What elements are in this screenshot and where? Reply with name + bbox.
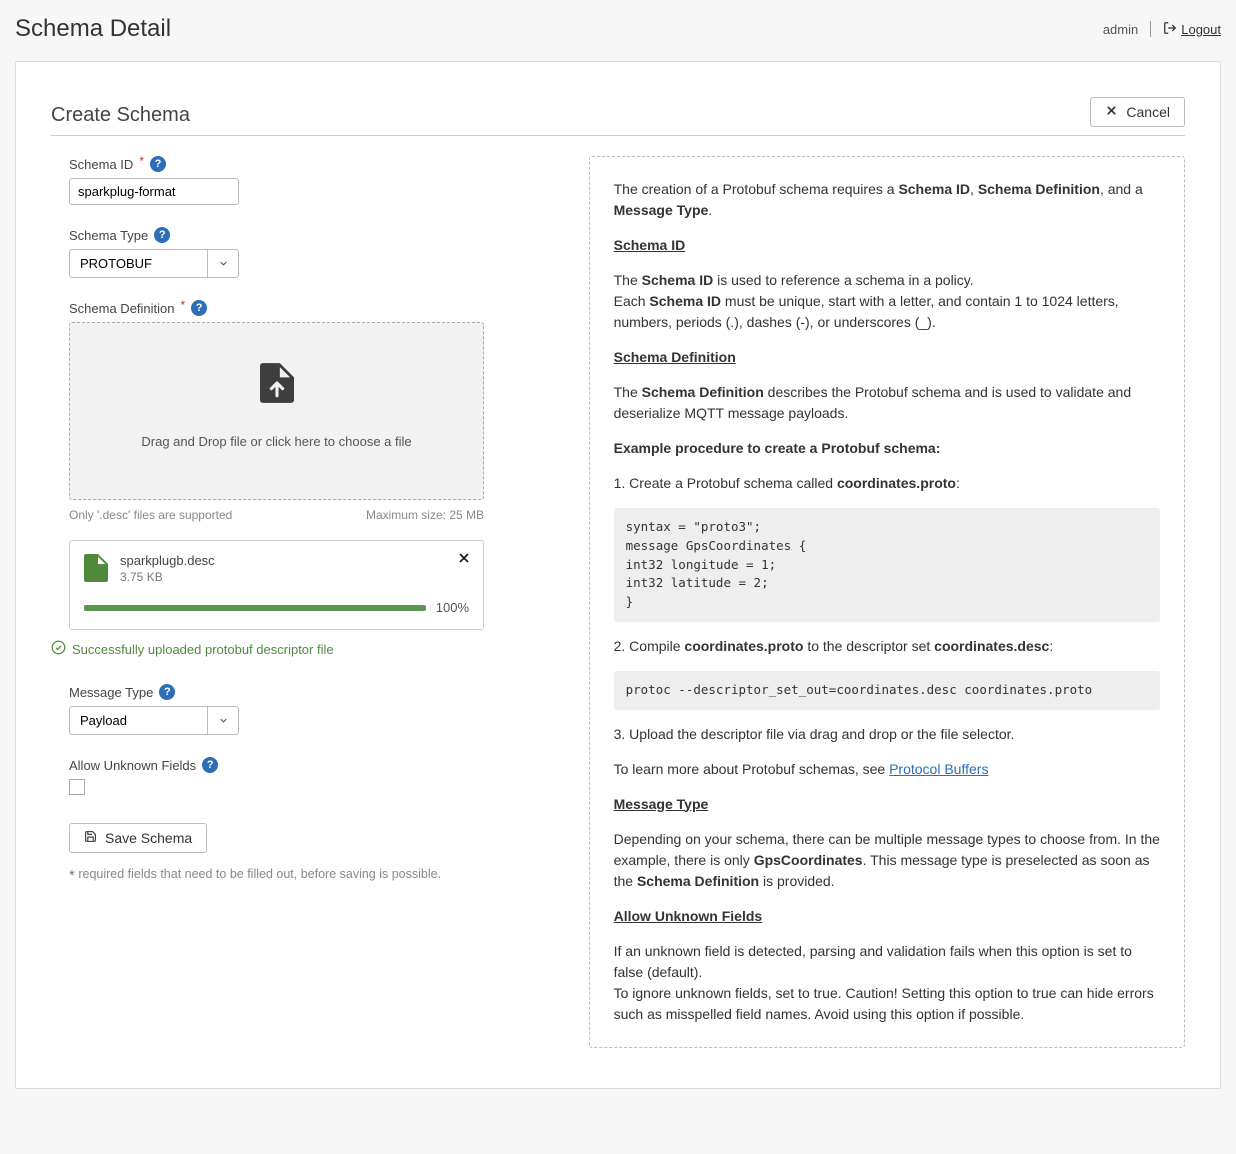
logout-label: Logout xyxy=(1181,22,1221,37)
remove-file-button[interactable] xyxy=(457,551,471,568)
schema-definition-label: Schema Definition xyxy=(69,301,175,316)
help-heading-schema-id: Schema ID xyxy=(614,237,686,253)
logout-link[interactable]: Logout xyxy=(1163,21,1221,38)
cancel-button[interactable]: Cancel xyxy=(1090,97,1185,127)
schema-type-label: Schema Type xyxy=(69,228,148,243)
upload-progress-percent: 100% xyxy=(436,600,469,615)
divider xyxy=(1150,21,1151,37)
save-icon xyxy=(84,830,97,846)
help-panel: The creation of a Protobuf schema requir… xyxy=(589,156,1185,1048)
help-heading-schema-def: Schema Definition xyxy=(614,349,736,365)
upload-status-text: Successfully uploaded protobuf descripto… xyxy=(72,642,334,657)
help-icon[interactable]: ? xyxy=(191,300,207,316)
schema-id-input[interactable] xyxy=(69,178,239,205)
help-heading-message-type: Message Type xyxy=(614,796,709,812)
close-icon xyxy=(1105,104,1118,120)
message-type-label: Message Type xyxy=(69,685,153,700)
upload-icon xyxy=(260,363,294,434)
help-icon[interactable]: ? xyxy=(159,684,175,700)
help-icon[interactable]: ? xyxy=(154,227,170,243)
required-indicator: * xyxy=(181,298,186,312)
page-title: Schema Detail xyxy=(15,15,171,43)
cancel-label: Cancel xyxy=(1126,104,1170,120)
required-indicator: * xyxy=(139,154,144,168)
help-icon[interactable]: ? xyxy=(202,757,218,773)
save-schema-label: Save Schema xyxy=(105,830,192,846)
help-icon[interactable]: ? xyxy=(150,156,166,172)
required-footnote: required fields that need to be filled o… xyxy=(78,867,441,881)
upload-progress-bar xyxy=(84,605,426,611)
allow-unknown-label: Allow Unknown Fields xyxy=(69,758,196,773)
help-heading-allow-unknown: Allow Unknown Fields xyxy=(614,908,763,924)
dropzone-text: Drag and Drop file or click here to choo… xyxy=(141,434,411,449)
file-dropzone[interactable]: Drag and Drop file or click here to choo… xyxy=(69,322,484,500)
check-circle-icon xyxy=(51,640,66,658)
schema-type-select[interactable] xyxy=(69,249,239,278)
file-size: 3.75 KB xyxy=(120,570,469,584)
file-name: sparkplugb.desc xyxy=(120,553,469,568)
current-user: admin xyxy=(1103,22,1138,37)
panel-title: Create Schema xyxy=(51,104,190,127)
file-icon xyxy=(84,553,108,586)
message-type-select[interactable] xyxy=(69,706,239,735)
uploaded-file-card: sparkplugb.desc 3.75 KB 100% xyxy=(69,540,484,630)
logout-icon xyxy=(1163,21,1177,38)
protocol-buffers-link[interactable]: Protocol Buffers xyxy=(889,761,988,777)
schema-id-label: Schema ID xyxy=(69,157,133,172)
dropzone-hint-maxsize: Maximum size: 25 MB xyxy=(366,508,484,522)
code-example-proto: syntax = "proto3"; message GpsCoordinate… xyxy=(614,508,1160,622)
dropzone-hint-filetype: Only '.desc' files are supported xyxy=(69,508,232,522)
allow-unknown-checkbox[interactable] xyxy=(69,779,85,795)
code-example-protoc: protoc --descriptor_set_out=coordinates.… xyxy=(614,671,1160,710)
save-schema-button[interactable]: Save Schema xyxy=(69,823,207,853)
